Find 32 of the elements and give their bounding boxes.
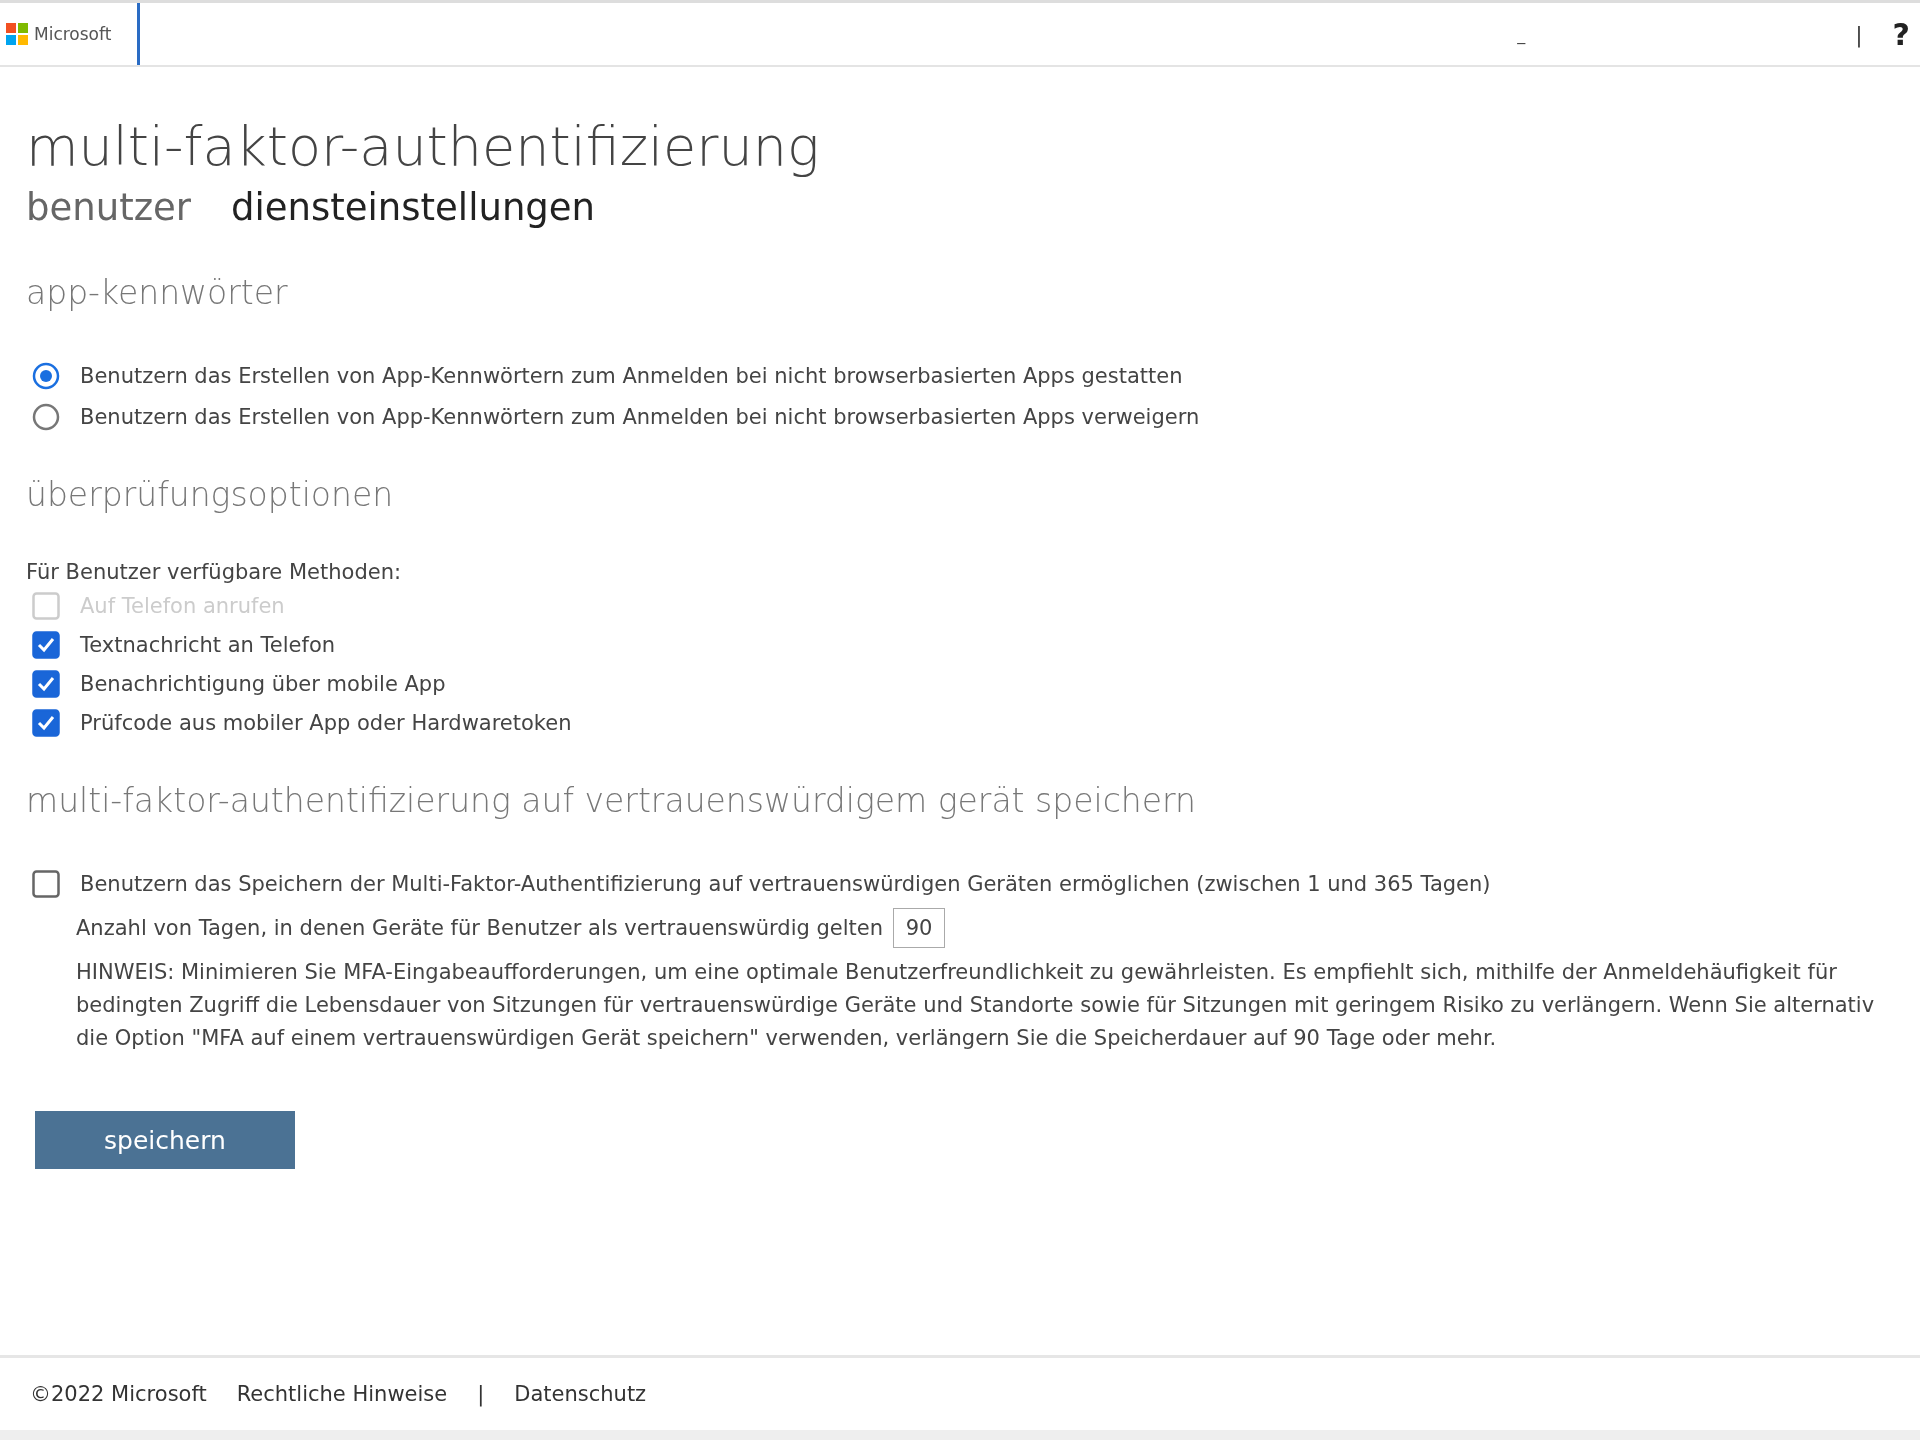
copyright: ©2022 Microsoft — [30, 1382, 207, 1406]
section-heading: app-kennwörter — [26, 273, 289, 312]
checkbox[interactable] — [32, 631, 60, 659]
brand-name: Microsoft — [34, 24, 112, 44]
page-title: multi-faktor-authentifizierung — [26, 115, 821, 178]
footer-link[interactable]: Rechtliche Hinweise — [236, 1382, 448, 1406]
checkbox-label: Prüfcode aus mobiler App oder Hardwaretoken — [80, 711, 572, 735]
help-icon[interactable]: ? — [1892, 16, 1910, 52]
radio-label: Benutzern das Erstellen von App-Kennwörtern zum Anmelden bei nicht browserbasierten Apps gestatten — [80, 364, 1183, 388]
checkbox-label: Benutzern das Speichern der Multi-Faktor-Authentifizierung auf vertrauenswürdigen Geräten ermöglichen (zwischen 1 und 365 Tagen) — [80, 872, 1491, 896]
logo-icon — [6, 23, 28, 45]
checkbox-label: Textnachricht an Telefon — [80, 633, 336, 657]
tab[interactable]: benutzer — [26, 186, 192, 229]
radio-button[interactable] — [32, 403, 60, 431]
checkbox[interactable] — [32, 709, 60, 737]
methods-label: Für Benutzer verfügbare Methoden: — [26, 560, 403, 584]
radio-label: Benutzern das Erstellen von App-Kennwörtern zum Anmelden bei nicht browserbasierten Apps verweigern — [80, 405, 1200, 429]
radio-button[interactable] — [32, 362, 60, 390]
footer-link[interactable]: Datenschutz — [514, 1382, 647, 1406]
header-mark: _ — [1517, 24, 1526, 44]
header-mark: | — [1855, 21, 1863, 47]
tab[interactable]: diensteinstellungen — [231, 186, 596, 229]
checkbox[interactable] — [32, 670, 60, 698]
section-heading: überprüfungsoptionen — [26, 475, 395, 514]
note-text: HINWEIS: Minimieren Sie MFA-Eingabeaufforderungen, um eine optimale Benutzerfreundlichkeit zu gewährleisten. Es empfiehlt sich, mithilfe der Anmeldehäufigkeit für bedingten Zugriff die Lebensdauer von Sitzungen für vertrauenswürdige Geräte und Standorte sowie für Sitzungen mit geringem Risiko zu verlängern. Wenn Sie alternativ die Option "MFA auf einem vertrauenswürdigen Gerät speichern" verwenden, verlängern Sie die Speicherdauer auf 90 Tage oder mehr. — [76, 959, 1876, 1052]
checkbox[interactable] — [32, 870, 60, 898]
days-label: Anzahl von Tagen, in denen Geräte für Benutzer als vertrauenswürdig gelten — [76, 916, 883, 940]
footer-separator: | — [477, 1382, 485, 1406]
days-field[interactable]: 90 — [893, 908, 945, 948]
checkbox-label: Benachrichtigung über mobile App — [80, 672, 446, 696]
save-button[interactable]: speichern — [35, 1111, 295, 1169]
section-heading: multi-faktor-authentifizierung auf vertrauenswürdigem gerät speichern — [26, 781, 1197, 820]
